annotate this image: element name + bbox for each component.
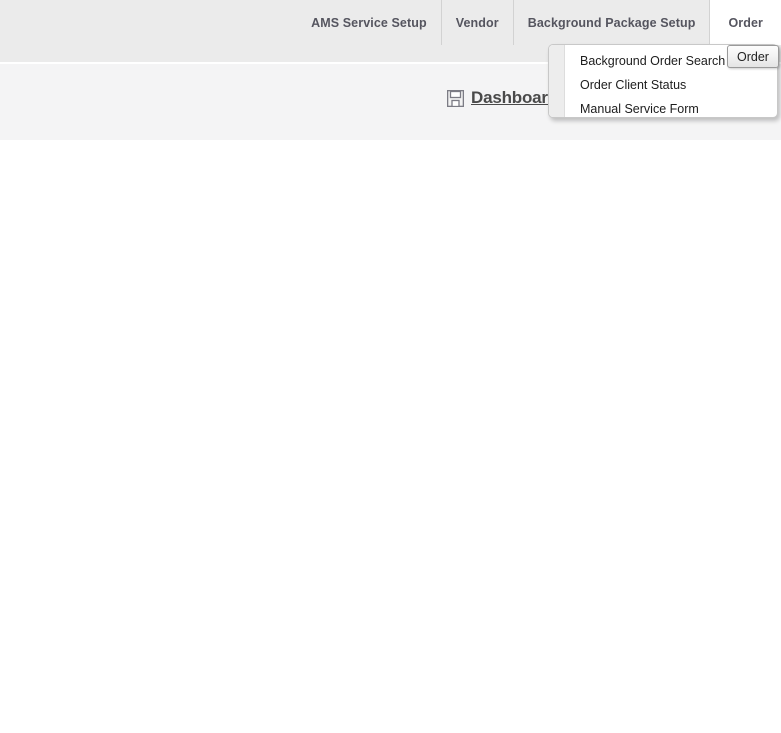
tab-label: AMS Service Setup [311,15,427,30]
tab-label: Background Package Setup [527,15,696,30]
primary-nav-tabs: AMS Service Setup Vendor Background Pack… [297,0,781,45]
menu-item-label: Manual Service Form [580,102,699,116]
main-content-area [0,140,781,733]
dashboard-label: Dashboard [471,88,558,107]
menu-item-label: Background Order Search [580,54,726,68]
menu-item-label: Order Client Status [580,78,687,92]
tab-order[interactable]: Order [709,0,781,45]
order-tooltip: Order [727,45,779,68]
tab-background-package-setup[interactable]: Background Package Setup [512,0,710,45]
tab-label: Order [728,15,763,30]
tooltip-label: Order [737,49,769,64]
menu-item-order-client-status[interactable]: Order Client Status [566,73,777,97]
menu-item-manual-service-form[interactable]: Manual Service Form [566,97,777,117]
save-floppy-icon [447,89,464,107]
tab-ams-service-setup[interactable]: AMS Service Setup [297,0,441,45]
tab-vendor[interactable]: Vendor [440,0,513,45]
dashboard-link[interactable]: Dashboard [447,88,558,108]
tab-label: Vendor [455,15,499,30]
dropdown-gutter [549,45,565,117]
